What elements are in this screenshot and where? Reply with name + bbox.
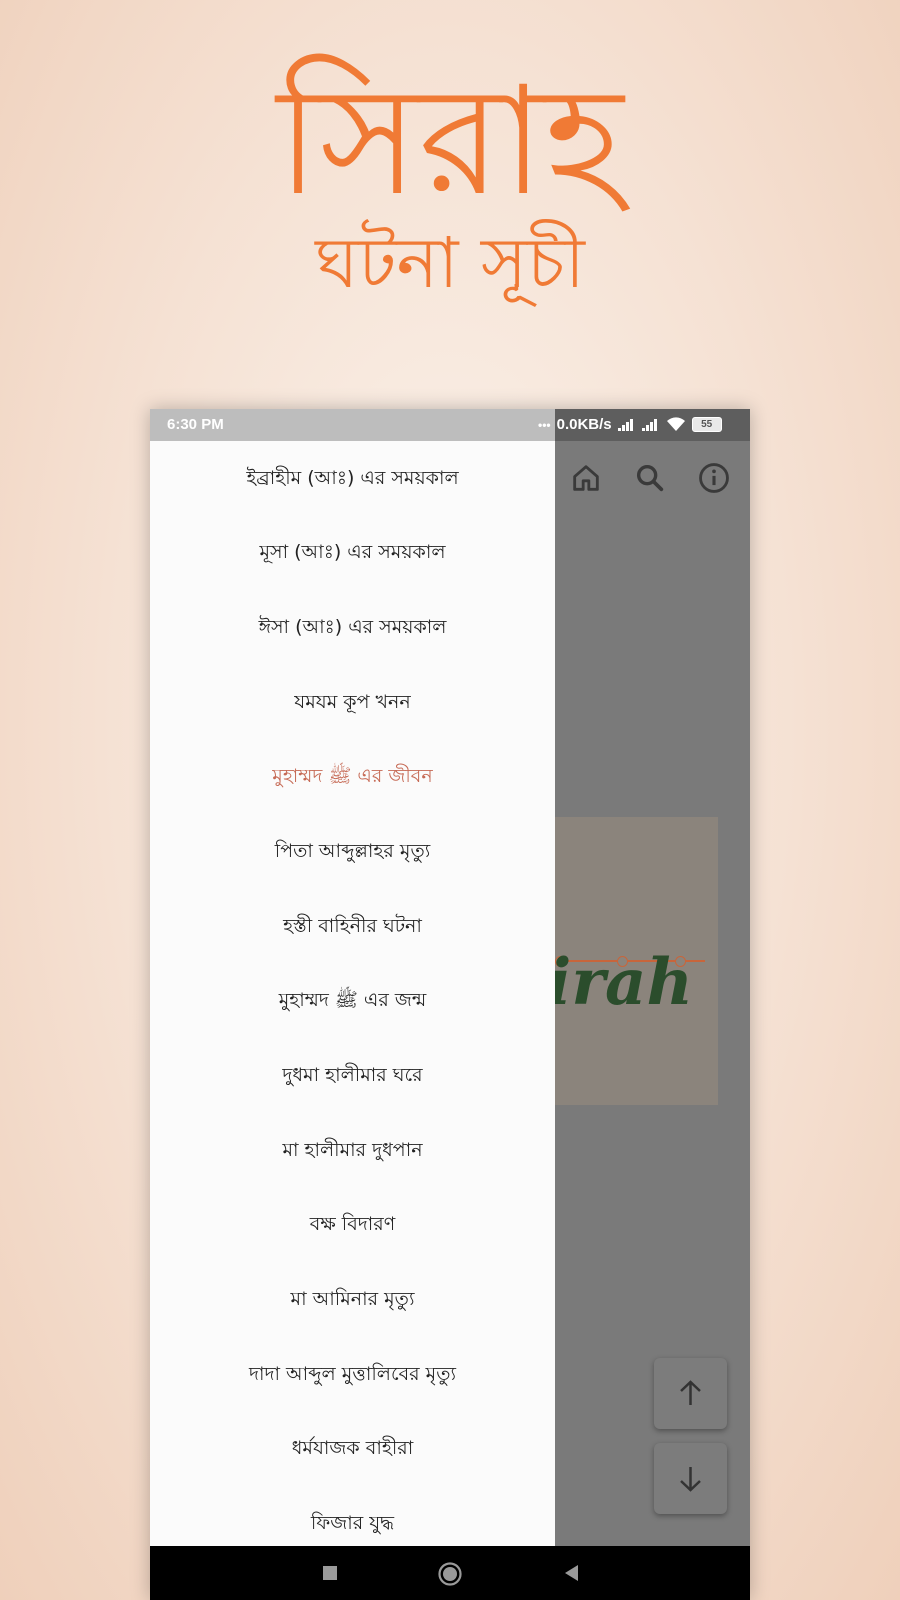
drawer-item-label: ইব্রাহীম (আঃ) এর সময়কাল xyxy=(246,467,459,489)
drawer-item[interactable]: যমযম কূপ খনন xyxy=(150,665,555,739)
drawer-item-label: ঈসা (আঃ) এর সময়কাল xyxy=(258,616,447,638)
info-icon[interactable] xyxy=(697,461,731,495)
drawer-item-active[interactable]: মুহাম্মদ ﷺ এর জীবন xyxy=(150,739,555,813)
home-circle-icon[interactable] xyxy=(436,1560,464,1588)
drawer-item-label: বক্ষ বিদারণ xyxy=(309,1213,396,1235)
navigation-drawer: ইব্রাহীম (আঃ) এর সময়কাল মূসা (আঃ) এর সম… xyxy=(150,441,555,1555)
scroll-down-button[interactable] xyxy=(654,1443,727,1514)
network-speed: 0.0KB/s xyxy=(556,416,612,433)
drawer-item-label: মা আমিনার মৃত্যু xyxy=(290,1288,415,1310)
drawer-item-label: হস্তী বাহিনীর ঘটনা xyxy=(283,915,422,937)
promo-subtitle: ঘটনা সূচী xyxy=(315,222,585,304)
drawer-item[interactable]: মুহাম্মদ ﷺ এর জন্ম xyxy=(150,963,555,1037)
arrow-up-icon xyxy=(680,1380,701,1405)
arrow-down-icon xyxy=(680,1467,701,1492)
drawer-item[interactable]: ফিজার যুদ্ধ xyxy=(150,1486,555,1555)
recents-icon[interactable] xyxy=(317,1560,343,1586)
app-bar-actions xyxy=(555,441,750,516)
promo-title: সিরাহ xyxy=(276,55,624,229)
drawer-item-label: মুহাম্মদ ﷺ এর জন্ম xyxy=(278,989,427,1011)
drawer-item[interactable]: ইব্রাহীম (আঃ) এর সময়কাল xyxy=(150,441,555,515)
drawer-item-label: পিতা আব্দুল্লাহর মৃত্যু xyxy=(274,840,431,862)
wifi-icon xyxy=(666,417,685,431)
drawer-item-label: যমযম কূপ খনন xyxy=(294,691,411,713)
phone-screen: 6:30 PM ••• 0.0KB/s 55 irah ইব্রাহীম (আঃ… xyxy=(150,409,750,1600)
drawer-item-label: মূসা (আঃ) এর সময়কাল xyxy=(259,541,446,563)
signal-icon xyxy=(617,418,636,431)
drawer-item[interactable]: দুধমা হালীমার ঘরে xyxy=(150,1038,555,1112)
drawer-item-label: ফিজার যুদ্ধ xyxy=(310,1512,395,1534)
status-time: 6:30 PM xyxy=(167,416,224,433)
status-bar: 6:30 PM ••• 0.0KB/s 55 xyxy=(150,409,750,441)
back-icon[interactable] xyxy=(558,1560,584,1586)
system-nav-bar xyxy=(150,1546,750,1600)
banner-logo-text: irah xyxy=(555,945,694,1020)
drawer-item[interactable]: বক্ষ বিদারণ xyxy=(150,1187,555,1261)
search-icon[interactable] xyxy=(633,461,667,495)
drawer-item[interactable]: দাদা আব্দুল মুত্তালিবের মৃত্যু xyxy=(150,1337,555,1411)
status-icons: ••• 0.0KB/s 55 xyxy=(538,416,722,433)
drawer-item-label: ধর্মযাজক বাহীরা xyxy=(291,1437,414,1459)
signal-icon xyxy=(641,418,660,431)
drawer-item[interactable]: ধর্মযাজক বাহীরা xyxy=(150,1411,555,1485)
drawer-item-label: মা হালীমার দুধপান xyxy=(282,1139,423,1161)
drawer-item-label: দাদা আব্দুল মুত্তালিবের মৃত্যু xyxy=(249,1363,456,1385)
scroll-up-button[interactable] xyxy=(654,1358,727,1429)
drawer-item[interactable]: ঈসা (আঃ) এর সময়কাল xyxy=(150,590,555,664)
home-icon[interactable] xyxy=(569,461,603,495)
more-dots-icon: ••• xyxy=(538,417,551,432)
drawer-item-label: দুধমা হালীমার ঘরে xyxy=(282,1064,423,1086)
drawer-item[interactable]: পিতা আব্দুল্লাহর মৃত্যু xyxy=(150,814,555,888)
drawer-item[interactable]: মূসা (আঃ) এর সময়কাল xyxy=(150,515,555,589)
banner-image: irah xyxy=(555,817,718,1105)
drawer-item[interactable]: হস্তী বাহিনীর ঘটনা xyxy=(150,889,555,963)
drawer-item-label: মুহাম্মদ ﷺ এর জীবন xyxy=(272,765,433,787)
battery-icon: 55 xyxy=(691,417,722,432)
drawer-item[interactable]: মা আমিনার মৃত্যু xyxy=(150,1262,555,1336)
drawer-item[interactable]: মা হালীমার দুধপান xyxy=(150,1113,555,1187)
